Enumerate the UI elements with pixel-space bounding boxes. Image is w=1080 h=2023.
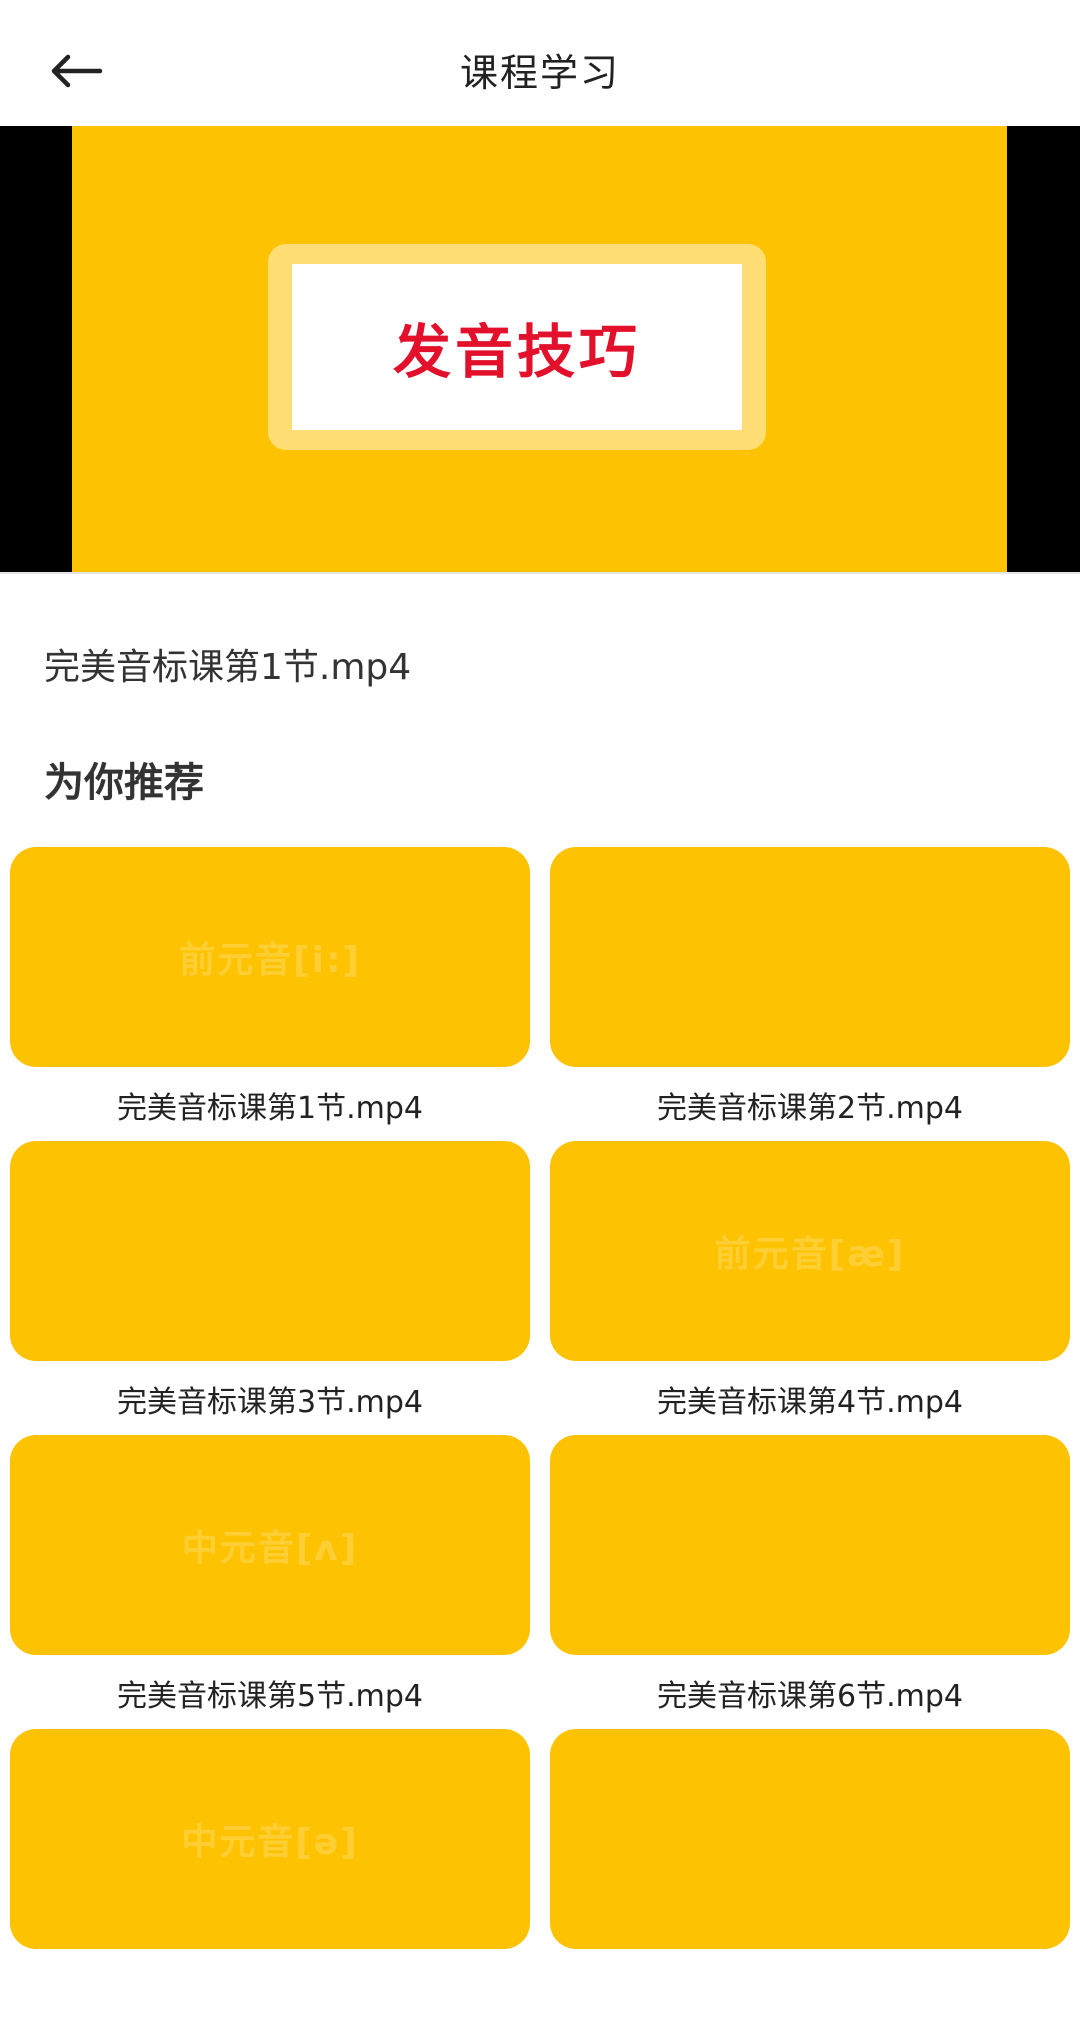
- video-title-card: 发音技巧: [268, 244, 766, 450]
- recommend-thumbnail[interactable]: 前元音[æ]: [550, 1141, 1070, 1361]
- recommend-card[interactable]: 完美音标课第3节.mp4: [10, 1141, 530, 1435]
- top-bar: 课程学习: [0, 0, 1080, 126]
- video-title-text: 发音技巧: [392, 318, 641, 386]
- video-player[interactable]: 发音技巧: [0, 126, 1080, 572]
- recommend-card[interactable]: 中元音[ʌ] 完美音标课第5节.mp4: [10, 1435, 530, 1729]
- recommend-card-label[interactable]: 完美音标课第6节.mp4: [550, 1671, 1070, 1715]
- recommend-card[interactable]: 中元音[ə]: [10, 1729, 530, 2023]
- divider: [0, 572, 1080, 574]
- recommend-thumbnail[interactable]: [550, 1729, 1070, 1949]
- recommend-card[interactable]: 完美音标课第2节.mp4: [550, 847, 1070, 1141]
- thumbnail-watermark: 中元音[ə]: [181, 1822, 359, 1863]
- recommend-card[interactable]: 完美音标课第6节.mp4: [550, 1435, 1070, 1729]
- thumbnail-watermark: 前元音[æ]: [714, 1234, 906, 1275]
- section-title-recommend: 为你推荐: [44, 760, 204, 806]
- recommend-card-label[interactable]: 完美音标课第3节.mp4: [10, 1377, 530, 1421]
- video-frame: 发音技巧: [72, 126, 1007, 572]
- current-file-name: 完美音标课第1节.mp4: [44, 647, 412, 688]
- recommend-card-label[interactable]: 完美音标课第4节.mp4: [550, 1377, 1070, 1421]
- recommend-card[interactable]: 前元音[æ] 完美音标课第4节.mp4: [550, 1141, 1070, 1435]
- recommend-thumbnail[interactable]: [550, 1435, 1070, 1655]
- recommend-thumbnail[interactable]: [550, 847, 1070, 1067]
- recommend-grid: 前元音[i:] 完美音标课第1节.mp4 完美音标课第2节.mp4 完美音标课第…: [10, 847, 1070, 2023]
- recommend-card-label[interactable]: 完美音标课第5节.mp4: [10, 1671, 530, 1715]
- video-title-card-inner: 发音技巧: [292, 264, 742, 430]
- recommend-card[interactable]: [550, 1729, 1070, 2023]
- thumbnail-watermark: 前元音[i:]: [179, 940, 361, 981]
- thumbnail-watermark: 中元音[ʌ]: [181, 1528, 359, 1569]
- recommend-card-label[interactable]: 完美音标课第2节.mp4: [550, 1083, 1070, 1127]
- recommend-card-label[interactable]: 完美音标课第1节.mp4: [10, 1083, 530, 1127]
- recommend-thumbnail[interactable]: 中元音[ə]: [10, 1729, 530, 1949]
- recommend-thumbnail[interactable]: [10, 1141, 530, 1361]
- recommend-thumbnail[interactable]: 中元音[ʌ]: [10, 1435, 530, 1655]
- recommend-thumbnail[interactable]: 前元音[i:]: [10, 847, 530, 1067]
- recommend-card[interactable]: 前元音[i:] 完美音标课第1节.mp4: [10, 847, 530, 1141]
- page-title: 课程学习: [459, 51, 620, 95]
